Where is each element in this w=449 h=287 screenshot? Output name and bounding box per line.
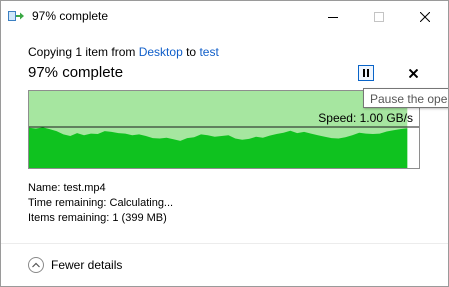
maximize-icon xyxy=(374,11,384,22)
cancel-icon xyxy=(408,68,418,78)
minimize-button[interactable] xyxy=(310,1,356,32)
name-label: Name: xyxy=(28,182,61,194)
chevron-up-icon xyxy=(28,257,44,273)
progress-status: 97% complete xyxy=(28,64,124,81)
cancel-button[interactable] xyxy=(405,65,421,81)
copy-operation-icon xyxy=(8,9,26,23)
copy-progress-dialog: 97% complete Copying 1 item from Desktop… xyxy=(0,0,449,287)
pause-tooltip: Pause the operation xyxy=(363,88,448,108)
copy-prefix: Copying 1 item from xyxy=(28,45,136,59)
close-button[interactable] xyxy=(402,1,448,32)
copy-description: Copying 1 item from Desktop to test xyxy=(28,45,219,59)
items-remaining-label: Items remaining: xyxy=(28,212,110,224)
time-remaining-row: Time remaining: Calculating... xyxy=(28,196,173,211)
close-icon xyxy=(420,11,430,22)
details-panel: Name: test.mp4 Time remaining: Calculati… xyxy=(28,181,173,226)
title-bar[interactable]: 97% complete xyxy=(1,1,448,32)
fewer-details-button[interactable]: Fewer details xyxy=(28,257,122,273)
source-folder-link[interactable]: Desktop xyxy=(139,45,183,59)
transfer-speed-graph: Speed: 1.00 GB/s xyxy=(28,90,420,169)
pause-button[interactable] xyxy=(358,65,374,81)
maximize-button xyxy=(356,1,402,32)
pause-icon xyxy=(363,69,369,77)
items-remaining-value: 1 (399 MB) xyxy=(112,212,167,224)
time-remaining-value: Calculating... xyxy=(109,197,174,209)
name-row: Name: test.mp4 xyxy=(28,181,173,196)
fewer-details-label: Fewer details xyxy=(51,258,123,272)
dialog-footer: Fewer details xyxy=(1,244,448,286)
items-remaining-row: Items remaining: 1 (399 MB) xyxy=(28,211,173,226)
speed-label: Speed: 1.00 GB/s xyxy=(318,111,413,125)
destination-folder-link[interactable]: test xyxy=(199,45,218,59)
minimize-icon xyxy=(328,16,338,18)
time-remaining-label: Time remaining: xyxy=(28,197,107,209)
copy-to-word: to xyxy=(186,45,197,59)
name-value: test.mp4 xyxy=(63,182,106,194)
speed-chart xyxy=(29,91,419,168)
window-title: 97% complete xyxy=(32,9,109,23)
